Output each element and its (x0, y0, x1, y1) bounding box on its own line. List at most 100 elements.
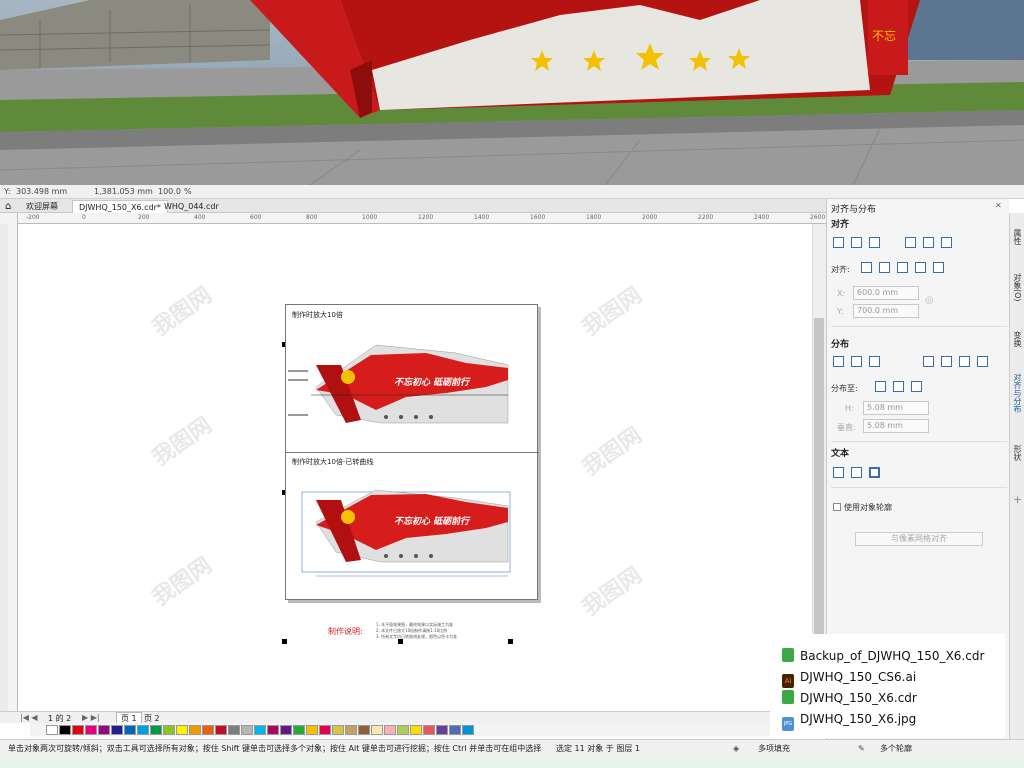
document-page[interactable]: 制作时放大10倍 不忘初心 砥砺前行 制作时放大10倍-已转曲线 不忘初心 砥砺… (285, 304, 539, 600)
align-icon[interactable] (905, 237, 916, 248)
tab-djwhq-150[interactable]: DJWHQ_150_X6.cdr* (72, 200, 168, 213)
v-spacing-field[interactable]: 5.08 mm (863, 419, 929, 433)
dock-tab-objects[interactable]: 对象(O) (1012, 273, 1023, 302)
file-item[interactable]: DJWHQ_150_X6.cdr (782, 688, 917, 708)
color-swatch[interactable] (163, 725, 175, 735)
notes-text: 1. 本平面效果图，最终效果以实际施工为准 2. 本文件已放大10倍制作请按1:… (376, 622, 516, 640)
fill-bucket-icon[interactable]: ◈ (733, 740, 739, 757)
x-field[interactable]: 600.0 mm (853, 286, 919, 300)
align-icon[interactable] (941, 237, 952, 248)
color-swatch[interactable] (111, 725, 123, 735)
distribute-icon[interactable] (851, 356, 862, 367)
color-swatch[interactable] (293, 725, 305, 735)
page-nav-last-icon[interactable]: ▶ ▶| (82, 713, 100, 722)
color-swatch[interactable] (72, 725, 84, 735)
ruler-tick-label: 600 (250, 214, 262, 221)
color-swatch[interactable] (449, 725, 461, 735)
color-swatch[interactable] (306, 725, 318, 735)
color-swatch[interactable] (462, 725, 474, 735)
align-icon[interactable] (833, 237, 844, 248)
anchor-icon[interactable]: ◎ (925, 295, 934, 306)
color-swatch[interactable] (137, 725, 149, 735)
color-swatch[interactable] (202, 725, 214, 735)
distribute-to-icon[interactable] (875, 381, 886, 392)
distribute-icon[interactable] (923, 356, 934, 367)
color-swatch[interactable] (397, 725, 409, 735)
toolbox[interactable] (0, 224, 8, 711)
dock-tab-shape[interactable]: 形状 (1012, 445, 1023, 461)
panel-close-icon[interactable]: ✕ (995, 201, 1002, 210)
y-field[interactable]: 700.0 mm (853, 304, 919, 318)
distribute-icon[interactable] (977, 356, 988, 367)
align-to-icon[interactable] (861, 262, 872, 273)
tab-whq-044[interactable]: WHQ_044.cdr (158, 200, 225, 213)
align-to-icon[interactable] (897, 262, 908, 273)
text-line-icon[interactable] (851, 467, 862, 478)
add-dock-icon[interactable]: + (1013, 493, 1022, 506)
color-swatch[interactable] (124, 725, 136, 735)
color-swatch[interactable] (384, 725, 396, 735)
color-swatch[interactable] (59, 725, 71, 735)
align-to-icon[interactable] (933, 262, 944, 273)
distribute-icon[interactable] (941, 356, 952, 367)
align-to-icon[interactable] (915, 262, 926, 273)
color-swatch[interactable] (46, 725, 58, 735)
color-swatch[interactable] (423, 725, 435, 735)
align-icon[interactable] (923, 237, 934, 248)
distribute-icon[interactable] (869, 356, 880, 367)
align-icon[interactable] (851, 237, 862, 248)
y-coordinate-field[interactable]: 1,381.053 mm (94, 187, 153, 196)
distribute-to-icon[interactable] (911, 381, 922, 392)
color-swatch[interactable] (267, 725, 279, 735)
pixel-grid-align-button[interactable]: 与像素网格对齐 (855, 532, 983, 546)
color-swatch[interactable] (254, 725, 266, 735)
file-list: Backup_of_DJWHQ_150_X6.cdr Ai DJWHQ_150_C… (770, 634, 1005, 738)
ruler-tick-label: -200 (26, 214, 40, 221)
color-swatch[interactable] (98, 725, 110, 735)
banner-design-1[interactable]: 不忘初心 砥砺前行 (286, 335, 539, 430)
ruler-tick-label: 400 (194, 214, 206, 221)
cdr-icon (782, 648, 794, 662)
file-item[interactable]: Ai DJWHQ_150_CS6.ai (782, 667, 916, 688)
color-swatch[interactable] (358, 725, 370, 735)
color-swatch[interactable] (345, 725, 357, 735)
color-swatch[interactable] (319, 725, 331, 735)
outline-checkbox[interactable] (833, 503, 841, 511)
color-swatch[interactable] (176, 725, 188, 735)
color-swatch[interactable] (371, 725, 383, 735)
tab-welcome[interactable]: 欢迎屏幕 (20, 200, 64, 213)
drawing-canvas[interactable]: 我图网 我图网 我图网 我图网 我图网 我图网 制作时放大10倍 不忘初心 砥砺… (18, 224, 812, 711)
dock-tab-align[interactable]: 对齐与分布 (1012, 373, 1023, 413)
align-icon[interactable] (869, 237, 880, 248)
color-swatch[interactable] (436, 725, 448, 735)
scale-field[interactable]: 100.0 (158, 187, 181, 196)
color-swatch[interactable] (228, 725, 240, 735)
selection-handle[interactable] (282, 639, 287, 644)
banner-design-2[interactable]: 不忘初心 砥砺前行 (286, 480, 539, 580)
dock-tab-properties[interactable]: 属性 (1012, 229, 1023, 245)
color-swatch[interactable] (85, 725, 97, 735)
pen-nib-icon[interactable]: ✎ (858, 740, 865, 757)
file-item[interactable]: Backup_of_DJWHQ_150_X6.cdr (782, 646, 984, 666)
home-icon[interactable]: ⌂ (5, 201, 11, 212)
color-swatch[interactable] (241, 725, 253, 735)
distribute-icon[interactable] (833, 356, 844, 367)
color-swatch[interactable] (280, 725, 292, 735)
distribute-icon[interactable] (959, 356, 970, 367)
color-swatch[interactable] (332, 725, 344, 735)
file-item[interactable]: JPG DJWHQ_150_X6.jpg (782, 709, 916, 731)
text-baseline-icon[interactable] (833, 467, 844, 478)
dock-tab-transform[interactable]: 变换 (1012, 331, 1023, 347)
h-spacing-field[interactable]: 5.08 mm (863, 401, 929, 415)
text-bbox-icon[interactable] (869, 467, 880, 478)
x-coordinate-field[interactable]: 303.498 mm (16, 187, 67, 196)
color-swatch[interactable] (410, 725, 422, 735)
color-swatch[interactable] (189, 725, 201, 735)
align-to-icon[interactable] (879, 262, 890, 273)
color-swatch[interactable] (150, 725, 162, 735)
y-coordinate-label: Y: (4, 187, 11, 196)
page-nav-first-icon[interactable]: |◀ ◀ (20, 713, 38, 722)
distribute-to-icon[interactable] (893, 381, 904, 392)
ruler-tick-label: 200 (138, 214, 150, 221)
color-swatch[interactable] (215, 725, 227, 735)
